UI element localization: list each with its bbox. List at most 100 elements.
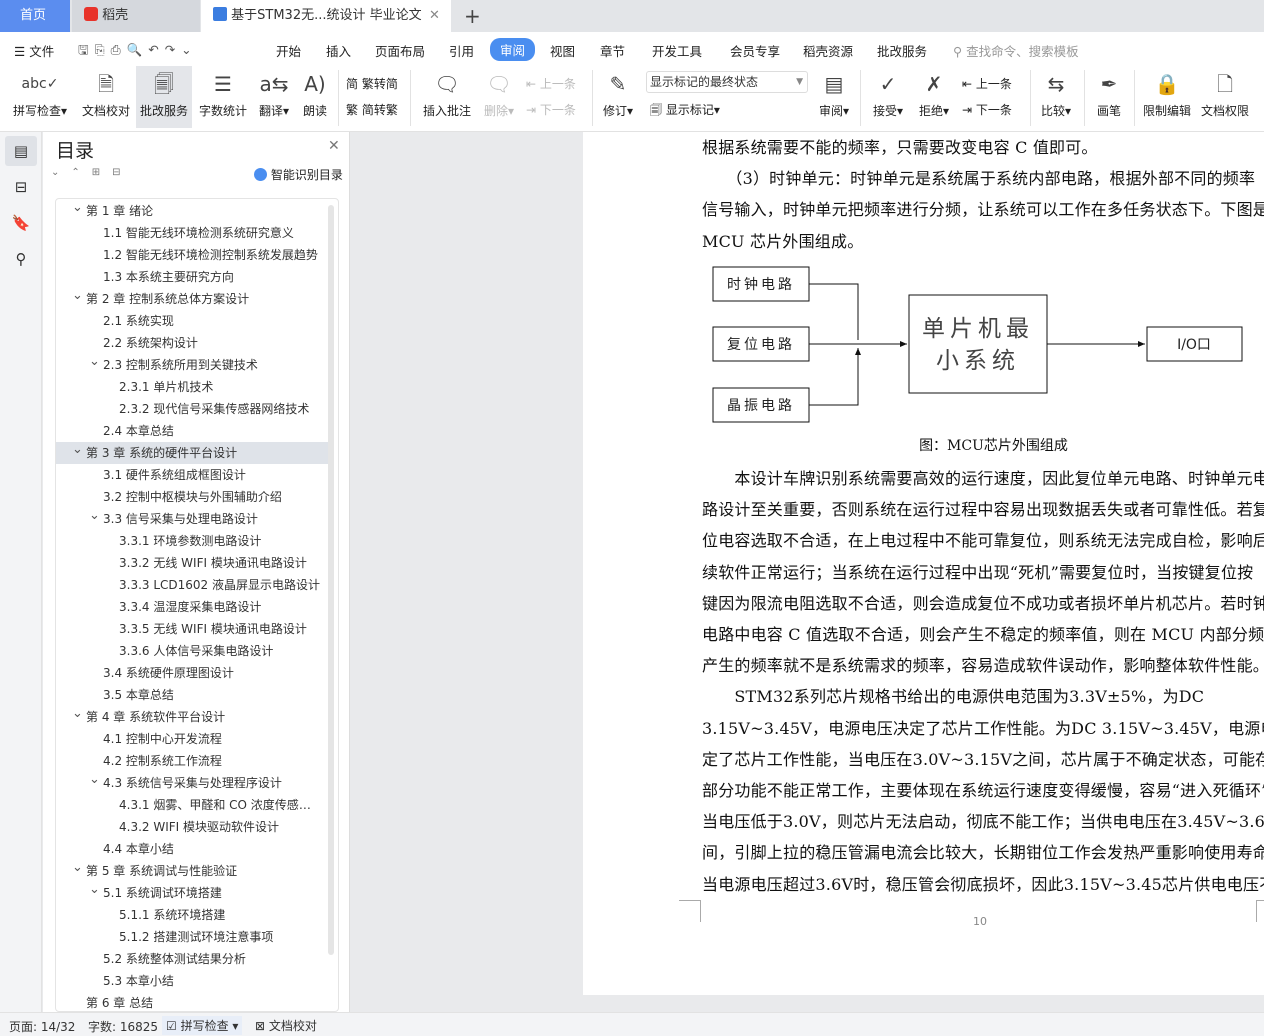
menu-reference[interactable]: 引用 xyxy=(449,41,474,60)
chevron-down-icon[interactable]: ⌄ xyxy=(72,706,83,725)
menu-developer[interactable]: 开发工具 xyxy=(652,41,702,60)
prev-change-button[interactable]: ⇤ 上一条 xyxy=(962,75,1012,92)
chevron-down-icon[interactable]: ⌄ xyxy=(72,288,83,307)
toc-item[interactable]: ⌄ 第 4 章 系统软件平台设计 xyxy=(56,706,328,728)
toc-item[interactable]: 4.3.1 烟雾、甲醛和 CO 浓度传感器程序设计 xyxy=(56,794,328,816)
pen-button[interactable]: ✒ 画笔 xyxy=(1090,66,1128,128)
menu-view[interactable]: 视图 xyxy=(550,41,575,60)
toc-item[interactable]: 3.3.1 环境参数测电路设计 xyxy=(56,530,328,552)
toc-item[interactable]: 3.3.3 LCD1602 液晶屏显示电路设计 xyxy=(56,574,328,596)
command-search[interactable]: ⚲ 查找命令、搜索模板 xyxy=(953,41,1079,60)
status-proofread[interactable]: ⊠ 文档校对 xyxy=(255,1017,317,1034)
toc-item[interactable]: 3.5 本章总结 xyxy=(56,684,328,706)
chevron-down-icon[interactable]: ⌄ xyxy=(89,772,100,791)
toc-panel-icon[interactable]: ▤ xyxy=(5,136,37,166)
toc-item[interactable]: 3.3.5 无线 WIFI 模块通讯电路设计 xyxy=(56,618,328,640)
toc-item[interactable]: ⌄ 4.3 系统信号采集与处理程序设计 xyxy=(56,772,328,794)
toc-item[interactable]: 2.3.2 现代信号采集传感器网络技术 xyxy=(56,398,328,420)
next-change-button[interactable]: ⇥ 下一条 xyxy=(962,101,1012,118)
toc-item[interactable]: 4.4 本章小结 xyxy=(56,838,328,860)
menu-layout[interactable]: 页面布局 xyxy=(375,41,425,60)
toc-item[interactable]: ⌄ 第 3 章 系统的硬件平台设计 xyxy=(56,442,328,464)
word-count-button[interactable]: ☰ 字数统计 xyxy=(196,66,250,128)
tab-document[interactable]: 基于STM32无...统设计 毕业论文 ✕ xyxy=(201,0,451,32)
toc-item[interactable]: ⌄ 第 1 章 绪论 xyxy=(56,200,328,222)
toc-scrollbar[interactable] xyxy=(328,205,334,955)
chevron-down-icon[interactable]: ⌄ xyxy=(89,882,100,901)
chevron-down-icon[interactable]: ⌄ xyxy=(72,442,83,461)
simp-to-trad-button[interactable]: 繁 简转繁 xyxy=(346,101,398,118)
tab-home[interactable]: 首页 xyxy=(0,0,70,32)
toc-item[interactable]: ⌄ 5.1 系统调试环境搭建 xyxy=(56,882,328,904)
menu-start[interactable]: 开始 xyxy=(276,41,301,60)
toc-item[interactable]: 2.1 系统实现 xyxy=(56,310,328,332)
smart-toc-button[interactable]: 智能识别目录 xyxy=(254,166,343,183)
markup-mode-select[interactable]: 显示标记的最终状态 ▼ xyxy=(646,71,808,93)
chevron-down-icon[interactable]: ⌄ xyxy=(72,200,83,219)
next-comment-button[interactable]: ⇥ 下一条 xyxy=(526,101,576,118)
new-tab-button[interactable]: + xyxy=(452,0,481,32)
page-indicator[interactable]: 页面: 14/32 xyxy=(9,1018,75,1035)
toc-item[interactable]: 5.3 本章小结 xyxy=(56,970,328,992)
toc-item[interactable]: 3.3.6 人体信号采集电路设计 xyxy=(56,640,328,662)
add-level-icon[interactable]: ⊞ xyxy=(92,167,112,178)
toc-item[interactable]: 3.3.4 温湿度采集电路设计 xyxy=(56,596,328,618)
menu-review[interactable]: 审阅 xyxy=(490,38,536,61)
menu-grading[interactable]: 批改服务 xyxy=(877,41,927,60)
toc-item[interactable]: 4.1 控制中心开发流程 xyxy=(56,728,328,750)
search-icon[interactable]: ⚲ xyxy=(5,244,37,274)
translate-button[interactable]: a⇆ 翻译▾ xyxy=(254,66,294,128)
toc-item[interactable]: 4.3.2 WIFI 模块驱动软件设计 xyxy=(56,816,328,838)
word-count[interactable]: 字数: 16825 xyxy=(88,1018,158,1035)
toc-item[interactable]: 5.1.2 搭建测试环境注意事项 xyxy=(56,926,328,948)
chevron-down-icon[interactable]: ⌄ xyxy=(72,860,83,879)
close-tab-icon[interactable]: ✕ xyxy=(429,0,440,32)
toc-item[interactable]: 第 6 章 总结 xyxy=(56,992,328,1011)
toc-item[interactable]: 1.1 智能无线环境检测系统研究意义 xyxy=(56,222,328,244)
toc-item[interactable]: 1.2 智能无线环境检测控制系统发展趋势 xyxy=(56,244,328,266)
doc-permission-button[interactable]: 🗋 文档权限 xyxy=(1198,66,1252,128)
toc-item[interactable]: 3.3.2 无线 WIFI 模块通讯电路设计 xyxy=(56,552,328,574)
expand-up-icon[interactable]: ⌃ xyxy=(71,167,91,178)
track-changes-button[interactable]: ✎ 修订▾ xyxy=(598,66,638,128)
quick-access-icons[interactable]: 🖫⎘⎙🔍↶↷⌄ xyxy=(78,41,198,62)
compare-button[interactable]: ⇆ 比较▾ xyxy=(1036,66,1076,128)
review-pane-button[interactable]: ▤ 审阅▾ xyxy=(814,66,854,128)
toc-item[interactable]: 5.1.1 系统环境搭建 xyxy=(56,904,328,926)
menu-insert[interactable]: 插入 xyxy=(326,41,351,60)
spell-check-button[interactable]: abc✓ 拼写检查▾ xyxy=(8,66,72,128)
proofread-button[interactable]: 🗎 文档校对 xyxy=(78,66,134,128)
status-spell-check[interactable]: ☑ 拼写检查 ▾ xyxy=(162,1016,243,1035)
grading-service-button[interactable]: 🗐 批改服务 xyxy=(136,66,192,128)
toc-item[interactable]: 5.2 系统整体测试结果分析 xyxy=(56,948,328,970)
trad-to-simp-button[interactable]: 简 繁转简 xyxy=(346,75,398,92)
chevron-down-icon[interactable]: ⌄ xyxy=(89,354,100,373)
show-markup-button[interactable]: 🗐 显示标记▾ xyxy=(650,101,720,122)
close-icon[interactable]: ✕ xyxy=(328,138,340,154)
accept-button[interactable]: ✓ 接受▾ xyxy=(868,66,908,128)
delete-comment-button[interactable]: 🗨 删除▾ xyxy=(480,66,518,128)
toc-item[interactable]: 1.3 本系统主要研究方向 xyxy=(56,266,328,288)
toc-item[interactable]: 4.2 控制系统工作流程 xyxy=(56,750,328,772)
insert-comment-button[interactable]: 🗨 插入批注 xyxy=(420,66,474,128)
bookmark-icon[interactable]: 🔖 xyxy=(5,208,37,238)
toc-item[interactable]: 2.3.1 单片机技术 xyxy=(56,376,328,398)
menu-chapter[interactable]: 章节 xyxy=(600,41,625,60)
toc-item[interactable]: 2.4 本章总结 xyxy=(56,420,328,442)
toc-item[interactable]: 3.4 系统硬件原理图设计 xyxy=(56,662,328,684)
restrict-edit-button[interactable]: 🔒 限制编辑 xyxy=(1140,66,1194,128)
toc-item[interactable]: ⌄ 第 5 章 系统调试与性能验证 xyxy=(56,860,328,882)
toc-item[interactable]: 3.1 硬件系统组成框图设计 xyxy=(56,464,328,486)
reject-button[interactable]: ✗ 拒绝▾ xyxy=(914,66,954,128)
prev-comment-button[interactable]: ⇤ 上一条 xyxy=(526,75,576,92)
toc-item[interactable]: ⌄ 3.3 信号采集与处理电路设计 xyxy=(56,508,328,530)
chevron-down-icon[interactable]: ⌄ xyxy=(89,508,100,527)
collapse-all-icon[interactable]: ⌄ xyxy=(51,167,71,178)
toc-item[interactable]: 3.2 控制中枢模块与外围辅助介绍 xyxy=(56,486,328,508)
remove-level-icon[interactable]: ⊟ xyxy=(112,167,132,178)
tab-daoke[interactable]: 稻壳 xyxy=(72,0,200,32)
menu-member[interactable]: 会员专享 xyxy=(730,41,780,60)
toc-item[interactable]: ⌄ 第 2 章 控制系统总体方案设计 xyxy=(56,288,328,310)
file-menu[interactable]: ☰ 文件 xyxy=(14,41,54,60)
outline-icon[interactable]: ⊟ xyxy=(5,172,37,202)
